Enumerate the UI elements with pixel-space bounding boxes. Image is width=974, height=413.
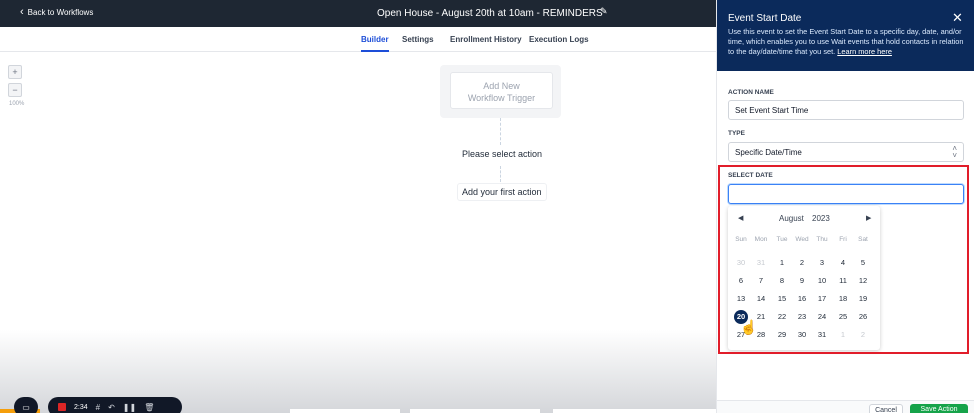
pencil-icon[interactable]: ✎ [600, 6, 610, 20]
calendar-day[interactable]: 14 [753, 292, 769, 305]
back-to-workflows-button[interactable]: ‹ Back to Workflows [20, 7, 93, 18]
calendar-day[interactable]: 22 [774, 310, 790, 323]
close-icon[interactable]: ✕ [952, 10, 963, 26]
calendar-day[interactable]: 1 [835, 328, 851, 341]
zoom-in-button[interactable]: + [8, 65, 22, 79]
tab-execution-logs[interactable]: Execution Logs [529, 35, 589, 44]
connector-line [500, 118, 501, 145]
calendar-day[interactable]: 4 [835, 256, 851, 269]
bottom-strip [553, 409, 716, 413]
trigger-line-2: Workflow Trigger [467, 93, 536, 104]
chevron-left-icon: ‹ [20, 6, 24, 18]
add-workflow-trigger-button[interactable]: Add New Workflow Trigger [450, 72, 553, 109]
calendar-day[interactable]: 12 [855, 274, 871, 287]
select-arrows-icon: ˄ ˅ [952, 144, 957, 160]
workflow-header: ‹ Back to Workflows Open House - August … [0, 0, 716, 27]
stop-recording-button[interactable] [58, 403, 66, 411]
learn-more-link[interactable]: Learn more here [837, 47, 892, 56]
calendar-day[interactable]: 18 [835, 292, 851, 305]
type-value: Specific Date/Time [735, 148, 802, 157]
calendar-month[interactable]: August [779, 214, 804, 223]
calendar-day[interactable]: 10 [814, 274, 830, 287]
pause-icon[interactable]: ❚❚ [123, 403, 136, 412]
action-side-panel: Event Start Date ✕ Use this event to set… [716, 0, 974, 413]
recording-time: 2:34 [74, 403, 88, 411]
connector-line [500, 166, 501, 182]
action-name-label: ACTION NAME [728, 89, 774, 96]
workflow-title: Open House - August 20th at 10am - REMIN… [377, 8, 603, 19]
tab-enrollment-history[interactable]: Enrollment History [450, 35, 522, 44]
calendar-day[interactable]: 29 [774, 328, 790, 341]
calendar-day[interactable]: 15 [774, 292, 790, 305]
type-label: TYPE [728, 130, 745, 137]
calendar-day[interactable]: 9 [794, 274, 810, 287]
calendar-day[interactable]: 30 [794, 328, 810, 341]
bottom-strip [410, 409, 540, 413]
camera-icon[interactable]: ▭ [14, 397, 38, 413]
calendar-day[interactable]: 19 [855, 292, 871, 305]
zoom-level: 100% [9, 101, 25, 107]
zoom-out-button[interactable]: − [8, 83, 22, 97]
calendar-day[interactable]: 11 [835, 274, 851, 287]
panel-description: Use this event to set the Event Start Da… [728, 27, 964, 57]
add-first-action-button[interactable]: Add your first action [457, 183, 547, 201]
calendar-day[interactable]: 17 [814, 292, 830, 305]
back-label: Back to Workflows [27, 8, 94, 17]
grid-icon[interactable]: # [96, 403, 100, 412]
cancel-button[interactable]: Cancel [869, 404, 903, 413]
calendar-day[interactable]: 26 [855, 310, 871, 323]
weekday-label: Mon [754, 236, 768, 243]
tab-bar: Builder Settings Enrollment History Exec… [0, 27, 716, 52]
calendar-day[interactable]: 2 [855, 328, 871, 341]
prev-month-icon[interactable]: ◀ [738, 214, 743, 222]
calendar-day[interactable]: 31 [753, 256, 769, 269]
type-select[interactable]: Specific Date/Time ˄ ˅ [728, 142, 964, 162]
panel-header: Event Start Date ✕ Use this event to set… [717, 0, 974, 71]
select-action-node[interactable]: Please select action [458, 146, 547, 162]
weekday-label: Fri [839, 236, 847, 243]
panel-title: Event Start Date [728, 13, 802, 24]
calendar-year[interactable]: 2023 [812, 214, 830, 223]
calendar-day[interactable]: 16 [794, 292, 810, 305]
tab-builder[interactable]: Builder [361, 35, 389, 52]
calendar-day[interactable]: 5 [855, 256, 871, 269]
calendar-day[interactable]: 8 [774, 274, 790, 287]
calendar-day[interactable]: 13 [733, 292, 749, 305]
calendar-day[interactable]: 23 [794, 310, 810, 323]
calendar-day[interactable]: 7 [753, 274, 769, 287]
calendar-day[interactable]: 1 [774, 256, 790, 269]
weekday-label: Tue [776, 236, 788, 243]
undo-icon[interactable]: ↶ [108, 403, 115, 412]
calendar-day[interactable]: 25 [835, 310, 851, 323]
tab-settings[interactable]: Settings [402, 35, 434, 44]
weekday-label: Wed [795, 236, 809, 243]
calendar-day[interactable]: 3 [814, 256, 830, 269]
save-action-button[interactable]: Save Action [910, 404, 968, 413]
calendar-day[interactable]: 2 [794, 256, 810, 269]
weekday-label: Sun [735, 236, 747, 243]
trash-icon[interactable]: 🗑 [144, 403, 154, 412]
calendar-day[interactable]: 31 [814, 328, 830, 341]
bottom-strip [290, 409, 400, 413]
calendar-day[interactable]: 24 [814, 310, 830, 323]
select-date-input[interactable] [728, 184, 964, 204]
trigger-container: Add New Workflow Trigger [440, 65, 561, 118]
hand-cursor-icon: ☝ [740, 319, 758, 335]
calendar-day[interactable]: 30 [733, 256, 749, 269]
next-month-icon[interactable]: ▶ [866, 214, 871, 222]
panel-footer: Cancel Save Action [717, 400, 974, 413]
select-date-label: SELECT DATE [728, 172, 773, 179]
weekday-label: Thu [816, 236, 828, 243]
weekday-label: Sat [858, 236, 868, 243]
calendar-day[interactable]: 6 [733, 274, 749, 287]
action-name-input[interactable]: Set Event Start Time [728, 100, 964, 120]
screen-recorder-toolbar: 2:34 # ↶ ❚❚ 🗑 [48, 397, 182, 413]
trigger-line-1: Add New [483, 81, 520, 91]
